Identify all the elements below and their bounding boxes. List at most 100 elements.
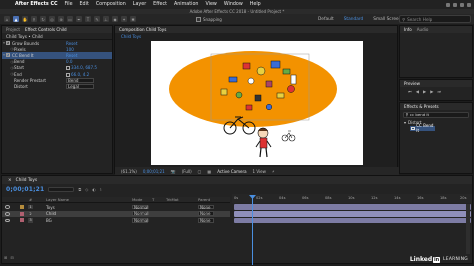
effect-reset-link[interactable]: Reset <box>66 41 77 46</box>
fx-toggle-icon[interactable]: fx <box>6 53 10 58</box>
parent-dropdown[interactable]: None <box>198 218 214 223</box>
menu-effect[interactable]: Effect <box>153 2 167 7</box>
label-color-swatch[interactable] <box>20 211 24 216</box>
wifi-icon[interactable] <box>446 2 450 7</box>
playhead-line[interactable] <box>252 195 253 265</box>
motion-blur-icon[interactable]: ◐ <box>92 187 96 192</box>
layer-bar-toys[interactable] <box>234 204 471 210</box>
snapping-checkbox[interactable] <box>196 16 201 22</box>
toggle-modes-icon[interactable]: ⊟ <box>10 255 13 260</box>
zoom-dropdown[interactable]: (61.1%) <box>121 169 137 174</box>
workspace-standard[interactable]: Standard <box>344 17 364 22</box>
camera-tool-icon[interactable]: ◎ <box>49 16 55 22</box>
eye-icon[interactable] <box>5 205 10 209</box>
label-color-swatch[interactable] <box>20 205 24 210</box>
layer-bar-child[interactable] <box>234 211 471 217</box>
draft-3d-icon[interactable]: ◇ <box>85 187 88 192</box>
eye-icon[interactable] <box>5 212 10 216</box>
puppet-pin-tool-icon[interactable]: ✱ <box>130 16 136 22</box>
property-value[interactable]: 66.0, 4.2 <box>66 72 89 77</box>
rotate-tool-icon[interactable]: ↻ <box>40 16 46 22</box>
layer-search-input[interactable] <box>48 187 75 192</box>
graph-editor-icon[interactable]: ⌇ <box>100 187 102 192</box>
clone-stamp-tool-icon[interactable]: ⊥ <box>103 16 109 22</box>
effect-category-distort[interactable]: ▾ Distort <box>400 120 472 126</box>
menu-animation[interactable]: Animation <box>174 2 198 7</box>
fast-previews-icon[interactable]: ⚡ <box>272 169 275 174</box>
layer-name[interactable]: Toys <box>46 205 55 210</box>
snapping-toggle[interactable]: Snapping <box>196 16 222 22</box>
current-time-display[interactable]: 0;00;01;21 <box>6 186 44 193</box>
property-value[interactable]: 0.0 <box>66 59 73 64</box>
effect-result-cc-bend-it[interactable]: CC Bend It <box>410 123 435 133</box>
battery-icon[interactable] <box>453 2 457 7</box>
eye-icon[interactable] <box>5 218 10 223</box>
help-search-field[interactable]: ⚲ Search Help <box>399 15 471 23</box>
tab-composition[interactable]: Composition Child Toys <box>119 27 166 32</box>
menu-edit[interactable]: Edit <box>80 2 89 7</box>
distort-dropdown[interactable]: Legal <box>66 84 94 89</box>
render-prestart-dropdown[interactable]: Bend <box>66 77 94 83</box>
pan-behind-tool-icon[interactable]: ⊕ <box>58 16 64 22</box>
rectangle-tool-icon[interactable]: ▭ <box>67 16 73 22</box>
property-value[interactable]: 334.0, 687.5 <box>66 65 97 71</box>
notification-icon[interactable] <box>467 2 471 7</box>
eraser-tool-icon[interactable]: ◆ <box>112 16 118 22</box>
effects-search-input[interactable]: ⚲ cc bend it <box>403 112 469 118</box>
brush-tool-icon[interactable]: ✎ <box>94 16 100 22</box>
first-frame-icon[interactable]: ⏮ <box>408 89 412 94</box>
close-icon[interactable]: × <box>8 178 12 183</box>
comp-flowchart-icon[interactable]: ⧉ <box>78 187 81 192</box>
layer-row-child[interactable]: 2 Child Normal None <box>2 210 230 217</box>
prev-frame-icon[interactable]: ◀ <box>416 89 419 94</box>
label-color-swatch[interactable] <box>20 218 24 223</box>
layer-name[interactable]: BG <box>46 218 52 223</box>
last-frame-icon[interactable]: ⏭ <box>437 89 441 94</box>
menu-window[interactable]: Window <box>224 2 243 7</box>
pen-tool-icon[interactable]: ✒ <box>76 16 82 22</box>
parent-dropdown[interactable]: None <box>198 211 214 217</box>
effect-reset-link[interactable]: Reset <box>66 53 77 58</box>
menu-view[interactable]: View <box>205 2 216 7</box>
blend-mode-dropdown[interactable]: Normal <box>132 211 148 217</box>
views-dropdown[interactable]: 1 View <box>253 169 266 174</box>
crosshair-icon[interactable] <box>66 72 70 77</box>
composition-viewer[interactable] <box>151 41 363 165</box>
workspace-default[interactable]: Default <box>318 17 334 22</box>
menu-composition[interactable]: Composition <box>96 2 126 7</box>
fx-toggle-icon[interactable]: fx <box>6 41 10 46</box>
blend-mode-dropdown[interactable]: Normal <box>132 204 148 210</box>
resolution-dropdown[interactable]: (Full) <box>182 169 192 174</box>
parent-dropdown[interactable]: None <box>198 204 214 210</box>
transparency-grid-icon[interactable]: ▦ <box>207 169 211 174</box>
menu-help[interactable]: Help <box>250 2 261 7</box>
camera-dropdown[interactable]: Active Camera <box>217 169 246 174</box>
property-value[interactable]: 100 <box>66 47 74 52</box>
layer-name[interactable]: Child <box>46 211 56 216</box>
twirl-open-icon[interactable]: ▾ <box>404 120 406 125</box>
blend-mode-dropdown[interactable]: Normal <box>132 218 148 223</box>
layer-row-bg[interactable]: 3 BG Normal None <box>2 217 230 223</box>
col-layer-name[interactable]: Layer Name <box>46 197 69 202</box>
tab-effect-controls[interactable]: Effect Controls Child <box>25 27 67 32</box>
tab-effects-presets[interactable]: Effects & Presets <box>404 104 439 109</box>
crosshair-icon[interactable] <box>66 66 70 71</box>
layer-row-toys[interactable]: 1 Toys Normal None <box>2 204 230 210</box>
app-name-menu[interactable]: After Effects CC <box>15 2 58 7</box>
home-icon[interactable]: ⌂ <box>4 16 10 22</box>
tab-project[interactable]: Project <box>6 27 20 32</box>
workspace-small-screen[interactable]: Small Screen <box>373 17 401 22</box>
layer-bar-bg[interactable] <box>234 217 471 224</box>
menu-file[interactable]: File <box>65 2 73 7</box>
region-of-interest-icon[interactable]: ▢ <box>198 169 202 174</box>
hand-tool-icon[interactable]: ✋ <box>22 16 28 22</box>
timeline-scrollbar[interactable] <box>466 204 470 254</box>
zoom-tool-icon[interactable]: ⚲ <box>31 16 37 22</box>
property-row-distort[interactable]: Distort Legal <box>2 83 112 89</box>
time-ruler[interactable]: 0s 02s 04s 06s 08s 10s 12s 14s 16s 18s 2… <box>232 194 472 203</box>
selection-tool-icon[interactable]: ▲ <box>13 16 19 22</box>
menu-layer[interactable]: Layer <box>133 2 146 7</box>
type-tool-icon[interactable]: T <box>85 16 91 22</box>
tab-audio[interactable]: Audio <box>417 27 429 32</box>
tab-info[interactable]: Info <box>404 27 412 32</box>
